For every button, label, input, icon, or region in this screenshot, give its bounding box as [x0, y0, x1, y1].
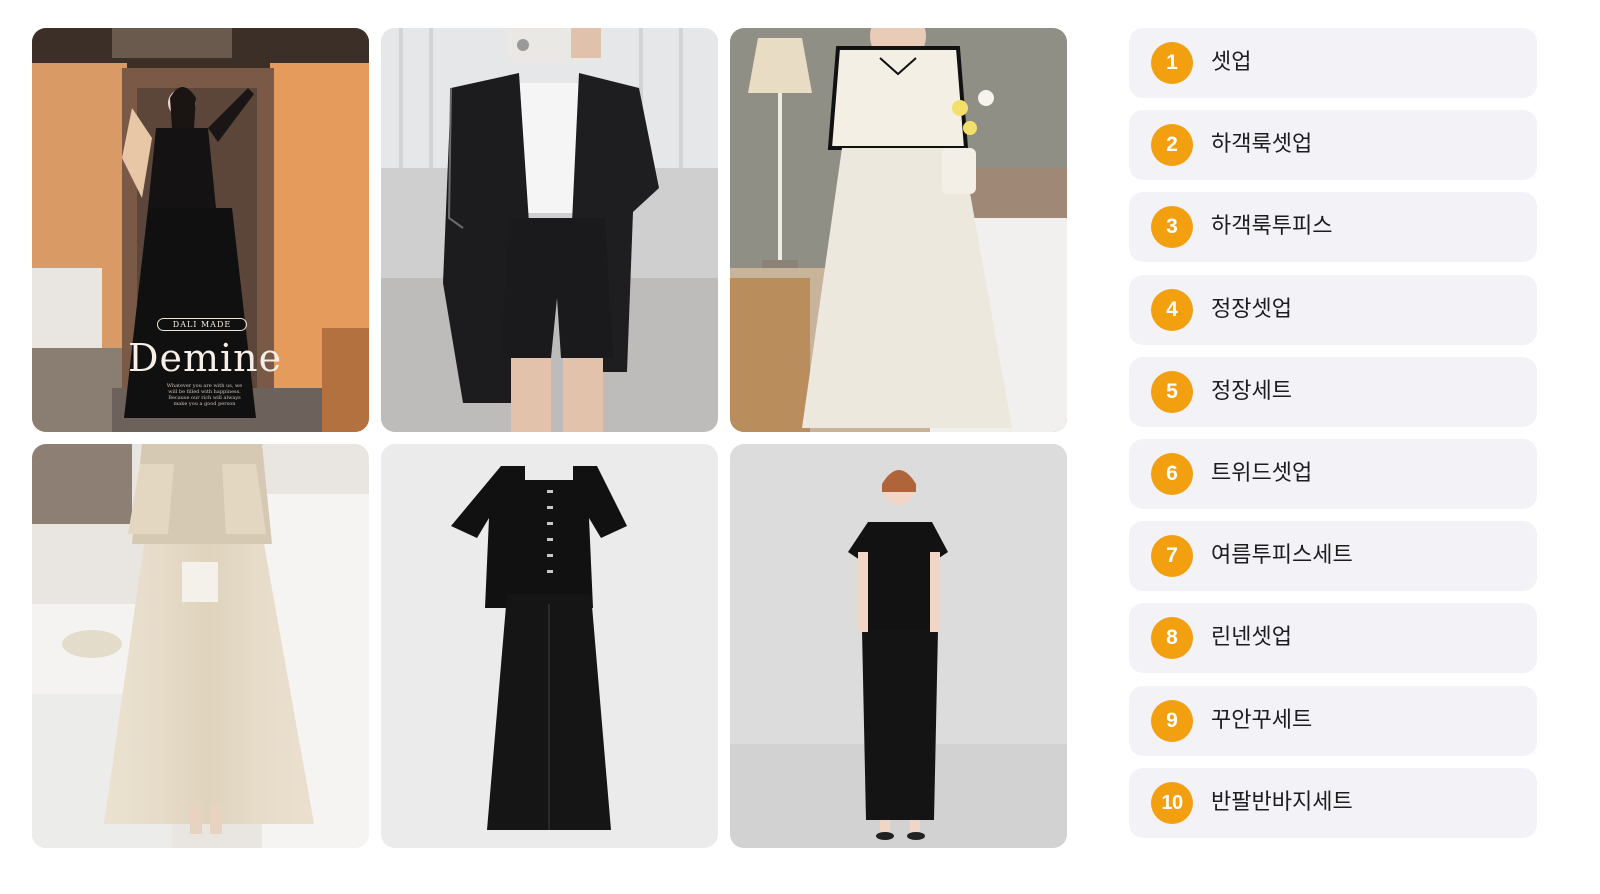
- ranking-keyword: 린넨셋업: [1211, 625, 1292, 651]
- ranking-keyword: 여름투피스세트: [1211, 543, 1353, 569]
- rank-badge: 3: [1151, 206, 1193, 249]
- rank-badge: 9: [1151, 699, 1193, 742]
- ranking-item-10[interactable]: 10 반팔반바지세트: [1129, 767, 1537, 838]
- ranking-keyword: 트위드셋업: [1211, 460, 1313, 486]
- rank-badge: 2: [1151, 124, 1193, 167]
- product-photo-6: [730, 444, 1067, 848]
- product-image-3[interactable]: [730, 28, 1067, 432]
- ranking-item-7[interactable]: 7 여름투피스세트: [1129, 521, 1537, 592]
- ranking-item-9[interactable]: 9 꾸안꾸세트: [1129, 685, 1537, 756]
- product-image-4[interactable]: [32, 444, 369, 848]
- ranking-keyword: 정장세트: [1211, 378, 1292, 404]
- product-photo-3: [730, 28, 1067, 432]
- rank-badge: 8: [1151, 617, 1193, 660]
- rank-badge: 7: [1151, 535, 1193, 578]
- ranking-keyword: 하객룩투피스: [1211, 214, 1333, 240]
- rank-badge: 6: [1151, 452, 1193, 495]
- product-image-1[interactable]: DALI MADE Demine Whatever you are with u…: [32, 28, 369, 432]
- ranking-keyword: 정장셋업: [1211, 296, 1292, 322]
- ranking-item-5[interactable]: 5 정장세트: [1129, 356, 1537, 427]
- brand-caption: Whatever you are with us, we will be fil…: [166, 383, 243, 407]
- ranking-keyword: 셋업: [1211, 50, 1252, 75]
- ranking-item-6[interactable]: 6 트위드셋업: [1129, 438, 1537, 509]
- ranking-item-4[interactable]: 4 정장셋업: [1129, 274, 1537, 345]
- rank-badge: 1: [1151, 42, 1193, 84]
- rank-badge: 4: [1151, 288, 1193, 331]
- brand-title: Demine: [128, 336, 283, 380]
- product-photo-5: [381, 444, 718, 848]
- ranking-keyword: 하객룩셋업: [1211, 132, 1313, 158]
- product-image-6[interactable]: [730, 444, 1067, 848]
- product-image-2[interactable]: [381, 28, 718, 432]
- ranking-item-3[interactable]: 3 하객룩투피스: [1129, 192, 1537, 263]
- ranking-keyword: 꾸안꾸세트: [1211, 707, 1313, 733]
- image-grid: DALI MADE Demine Whatever you are with u…: [32, 28, 1096, 868]
- product-photo-4: [32, 444, 369, 848]
- rank-badge: 5: [1151, 370, 1193, 413]
- brand-label: DALI MADE: [157, 318, 247, 331]
- keyword-ranking-list: 1 셋업 2 하객룩셋업 3 하객룩투피스 4 정장셋업 5 정장세트 6 트위…: [1129, 28, 1537, 850]
- ranking-item-2[interactable]: 2 하객룩셋업: [1129, 110, 1537, 181]
- ranking-item-8[interactable]: 8 린넨셋업: [1129, 603, 1537, 674]
- rank-badge: 10: [1151, 781, 1193, 824]
- product-image-5[interactable]: [381, 444, 718, 848]
- ranking-keyword: 반팔반바지세트: [1211, 789, 1353, 815]
- product-photo-2: [381, 28, 718, 432]
- ranking-item-1[interactable]: 1 셋업: [1129, 28, 1537, 98]
